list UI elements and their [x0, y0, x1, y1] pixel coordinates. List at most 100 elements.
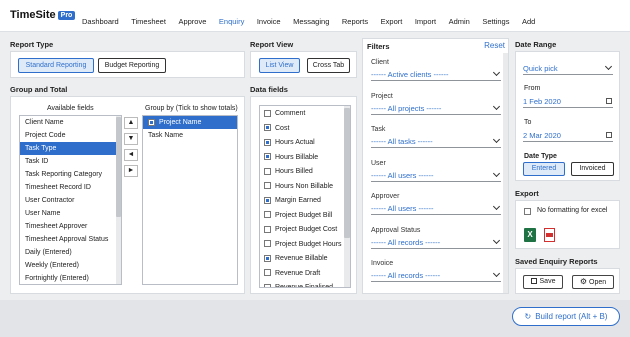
available-field-item[interactable]: Daily (Entered)	[20, 246, 121, 259]
list-view-button[interactable]: List View	[259, 58, 300, 73]
filter-select[interactable]: ------ Active clients ------	[371, 68, 501, 81]
data-field-checkbox[interactable]	[264, 138, 271, 146]
available-field-item[interactable]: Task ID	[20, 155, 121, 168]
data-field-item[interactable]: Revenue Billable	[260, 252, 350, 267]
data-field-item[interactable]: Comment	[260, 107, 350, 122]
build-report-button[interactable]: ↻ Build report (Alt + B)	[512, 307, 620, 326]
excel-icon[interactable]: X	[524, 228, 536, 242]
nav-item-messaging[interactable]: Messaging	[293, 17, 329, 26]
available-field-item[interactable]: Fortnightly (Entered)	[20, 272, 121, 284]
available-field-item[interactable]: Timesheet Approver	[20, 220, 121, 233]
quick-pick-select[interactable]: Quick pick	[523, 62, 613, 75]
filter-select[interactable]: ------ All records ------	[371, 236, 501, 249]
data-field-item[interactable]: Revenue Draft	[260, 267, 350, 282]
available-field-item[interactable]: Weekly (Entered)	[20, 259, 121, 272]
nav-item-admin[interactable]: Admin	[449, 17, 470, 26]
available-field-item[interactable]: Task Type	[20, 142, 121, 155]
data-field-checkbox[interactable]	[264, 182, 271, 190]
nav-item-export[interactable]: Export	[381, 17, 403, 26]
group-by-item[interactable]: Task Name	[143, 129, 237, 142]
data-field-checkbox[interactable]	[264, 240, 271, 248]
data-field-item[interactable]: Cost	[260, 122, 350, 137]
data-field-checkbox[interactable]	[264, 196, 271, 204]
data-field-checkbox[interactable]	[264, 167, 271, 175]
report-type-panel: Standard Reporting Budget Reporting	[10, 51, 245, 78]
filter-select[interactable]: ------ All projects ------	[371, 102, 501, 115]
data-field-item[interactable]: Hours Billable	[260, 151, 350, 166]
data-field-item[interactable]: Revenue Finalised	[260, 281, 350, 287]
data-field-item[interactable]: Project Budget Hours	[260, 238, 350, 253]
filter-select[interactable]: ------ All users ------	[371, 169, 501, 182]
move-down-icon[interactable]: ▼	[124, 133, 138, 145]
available-fields-list[interactable]: Client Name Project Code Task Type Task ID T…	[19, 115, 122, 285]
pdf-icon[interactable]	[544, 228, 555, 242]
nav-item-invoice[interactable]: Invoice	[257, 17, 281, 26]
available-field-item[interactable]: Project Code	[20, 129, 121, 142]
group-by-item[interactable]: Project Name	[143, 116, 237, 129]
data-field-item[interactable]: Hours Non Billable	[260, 180, 350, 195]
data-fields-scroll-thumb[interactable]	[344, 108, 350, 238]
open-button[interactable]: ⚙ Open	[572, 275, 614, 289]
budget-reporting-button[interactable]: Budget Reporting	[98, 58, 166, 73]
from-date-input[interactable]: 1 Feb 2020	[523, 97, 613, 108]
data-field-item[interactable]: Project Budget Bill	[260, 209, 350, 224]
nav-item-add[interactable]: Add	[522, 17, 535, 26]
from-label: From	[524, 85, 541, 92]
filters-scrollbar[interactable]	[503, 53, 508, 293]
available-field-item[interactable]: Task Reporting Category	[20, 168, 121, 181]
nav-item-import[interactable]: Import	[415, 17, 436, 26]
move-up-icon[interactable]: ▲	[124, 117, 138, 129]
move-left-icon[interactable]: ◄	[124, 149, 138, 161]
to-date-input[interactable]: 2 Mar 2020	[523, 131, 613, 142]
data-field-checkbox[interactable]	[264, 269, 271, 277]
cross-tab-button[interactable]: Cross Tab	[307, 58, 350, 73]
total-checkbox[interactable]	[148, 118, 155, 126]
available-field-item[interactable]: Timesheet Approval Status	[20, 233, 121, 246]
data-fields-scrollbar[interactable]	[344, 106, 350, 287]
available-field-item[interactable]: User Name	[20, 207, 121, 220]
nav-item-dashboard[interactable]: Dashboard	[82, 17, 119, 26]
invoiced-button[interactable]: Invoiced	[571, 162, 614, 176]
calendar-icon[interactable]	[606, 98, 612, 104]
data-fields-list[interactable]: Comment Cost Hours Actual Hours Billable Hou…	[259, 105, 351, 288]
available-field-item[interactable]: Timesheet Record ID	[20, 181, 121, 194]
data-field-checkbox[interactable]	[264, 211, 271, 219]
available-field-item[interactable]: User Contractor	[20, 194, 121, 207]
calendar-icon[interactable]	[606, 132, 612, 138]
nav-item-enquiry[interactable]: Enquiry	[219, 17, 244, 26]
data-field-item[interactable]: Hours Actual	[260, 136, 350, 151]
filter-value: ------ All users ------	[371, 170, 434, 180]
data-fields-panel: Comment Cost Hours Actual Hours Billable Hou…	[250, 96, 357, 294]
data-field-item[interactable]: Margin Earned	[260, 194, 350, 209]
data-field-item[interactable]: Hours Billed	[260, 165, 350, 180]
filter-select[interactable]: ------ All users ------	[371, 202, 501, 215]
data-field-checkbox[interactable]	[264, 153, 271, 161]
available-field-item[interactable]: Client Name	[20, 116, 121, 129]
nav-item-timesheet[interactable]: Timesheet	[131, 17, 166, 26]
data-field-checkbox[interactable]	[264, 124, 271, 132]
gear-icon: ⚙	[579, 277, 588, 286]
data-field-checkbox[interactable]	[264, 254, 271, 262]
save-button[interactable]: Save	[523, 275, 563, 289]
filter-select[interactable]: ------ All records ------	[371, 269, 501, 282]
nav-item-approve[interactable]: Approve	[178, 17, 206, 26]
nav-item-settings[interactable]: Settings	[482, 17, 509, 26]
standard-reporting-button[interactable]: Standard Reporting	[18, 58, 94, 73]
move-right-icon[interactable]: ►	[124, 165, 138, 177]
chevron-down-icon	[492, 269, 501, 278]
nav-item-reports[interactable]: Reports	[342, 17, 368, 26]
data-field-item[interactable]: Project Budget Cost	[260, 223, 350, 238]
filter-select[interactable]: ------ All tasks ------	[371, 135, 501, 148]
available-scroll-thumb[interactable]	[116, 117, 121, 217]
reset-link[interactable]: Reset	[484, 41, 505, 50]
no-formatting-checkbox[interactable]	[524, 208, 531, 215]
filter-value: ------ All tasks ------	[371, 137, 433, 146]
entered-button[interactable]: Entered	[523, 162, 565, 176]
available-scrollbar[interactable]	[116, 116, 121, 284]
data-field-checkbox[interactable]	[264, 283, 271, 287]
group-by-list[interactable]: Project Name Task Name	[142, 115, 238, 285]
data-field-checkbox[interactable]	[264, 109, 271, 117]
data-field-checkbox[interactable]	[264, 225, 271, 233]
app-logo[interactable]: TimeSite Pro	[10, 9, 76, 21]
to-label: To	[524, 119, 532, 126]
